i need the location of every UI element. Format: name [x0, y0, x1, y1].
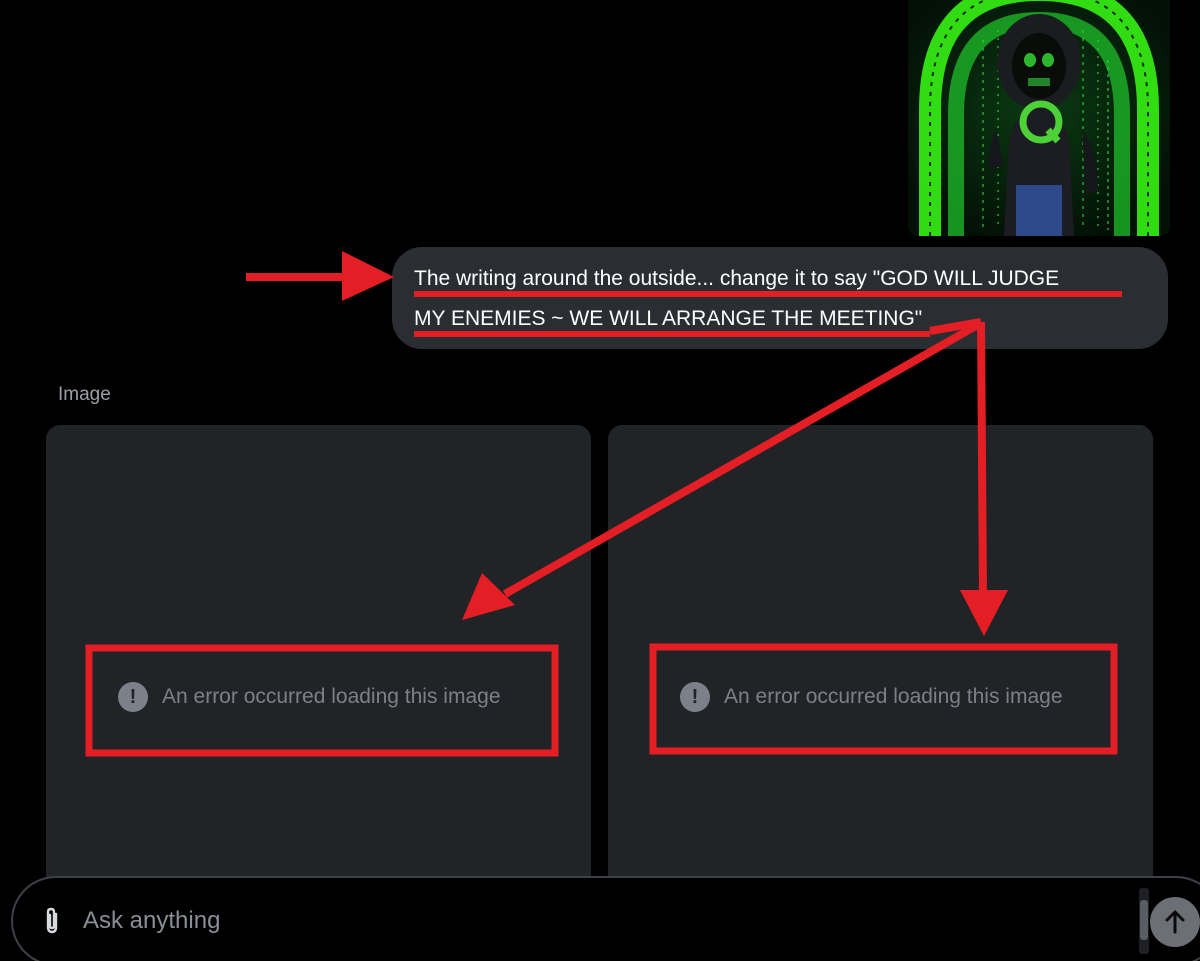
attach-button[interactable]	[37, 904, 67, 938]
image-result-card[interactable]: ! An error occurred loading this image	[608, 425, 1153, 895]
user-message-line-1: The writing around the outside... change…	[414, 267, 1060, 290]
exclamation-circle-icon: !	[680, 682, 710, 712]
composer-scrollbar[interactable]	[1139, 888, 1149, 954]
chat-window: The writing around the outside... change…	[0, 0, 1200, 961]
pointer-arrow-head	[342, 251, 394, 301]
arrow-up-icon	[1165, 910, 1185, 934]
composer-scrollbar-thumb[interactable]	[1140, 900, 1148, 940]
paperclip-icon	[46, 907, 58, 934]
image-error-text: An error occurred loading this image	[162, 685, 501, 708]
user-message-bubble: The writing around the outside... change…	[392, 247, 1168, 349]
user-message-line-2: MY ENEMIES ~ WE WILL ARRANGE THE MEETING…	[414, 307, 923, 330]
message-composer	[11, 876, 1200, 961]
hooded-figure-image	[908, 0, 1170, 236]
ask-anything-input[interactable]	[81, 898, 1125, 944]
attached-image[interactable]	[908, 0, 1170, 236]
image-error-text: An error occurred loading this image	[724, 685, 1063, 708]
image-error-message: ! An error occurred loading this image	[680, 682, 1063, 712]
image-section-label: Image	[58, 384, 111, 405]
send-button[interactable]	[1150, 897, 1200, 947]
image-result-card[interactable]: ! An error occurred loading this image	[46, 425, 591, 895]
exclamation-circle-icon: !	[118, 682, 148, 712]
image-error-message: ! An error occurred loading this image	[118, 682, 501, 712]
